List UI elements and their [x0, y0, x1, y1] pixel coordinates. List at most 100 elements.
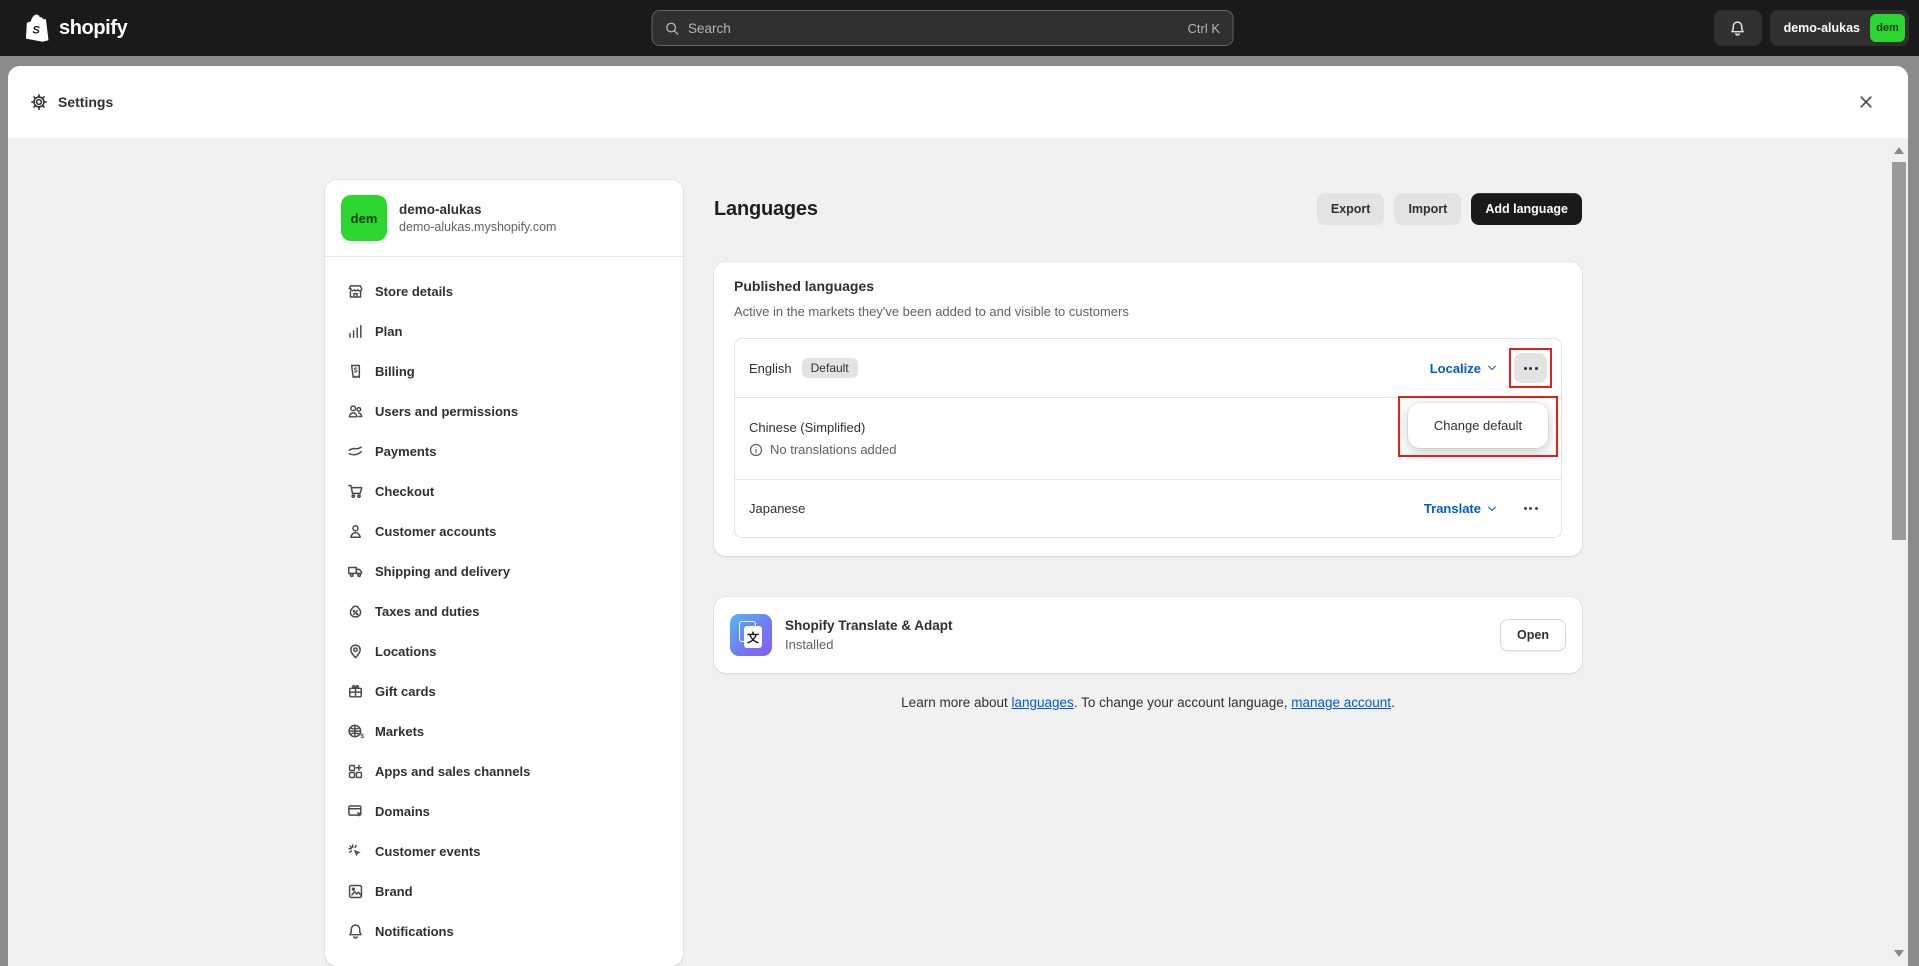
apps-icon [347, 763, 364, 780]
sidebar-item-payments[interactable]: Payments [337, 431, 671, 471]
svg-text:S: S [32, 24, 40, 36]
localize-dropdown[interactable]: Localize [1430, 361, 1498, 376]
dots-partial-icon [347, 963, 364, 966]
ellipsis-icon [1523, 507, 1538, 510]
shopify-logo[interactable]: S shopify [26, 13, 128, 43]
sidebar-item-label: Plan [375, 323, 403, 339]
sidebar-item-shipping-and-delivery[interactable]: Shipping and delivery [337, 551, 671, 591]
published-languages-subtitle: Active in the markets they've been added… [734, 304, 1129, 319]
scrollbar-thumb[interactable] [1892, 162, 1906, 540]
payments-icon [347, 443, 364, 460]
shopify-wordmark: shopify [59, 16, 128, 39]
svg-text:$: $ [354, 367, 358, 374]
add-language-button[interactable]: Add language [1471, 193, 1582, 225]
settings-modal-body: dem demo-alukas demo-alukas.myshopify.co… [8, 138, 1908, 966]
sidebar-item-customer-events[interactable]: Customer events [337, 831, 671, 871]
scrollbar-down-arrow[interactable] [1894, 950, 1904, 957]
chevron-down-icon [1486, 362, 1498, 374]
settings-modal-header: Settings [8, 66, 1908, 138]
close-button[interactable] [1852, 88, 1880, 116]
language-name: English [749, 360, 792, 376]
shopify-bag-icon: S [26, 13, 52, 43]
languages-page: Languages Export Import Add language Pub… [714, 138, 1582, 966]
sidebar-item-label: Locations [375, 643, 437, 659]
billing-icon: $ [347, 363, 364, 380]
sidebar-item-customer-accounts[interactable]: Customer accounts [337, 511, 671, 551]
open-app-button[interactable]: Open [1500, 619, 1566, 651]
sidebar-item-checkout[interactable]: Checkout [337, 471, 671, 511]
language-row-japanese: Japanese Translate [735, 479, 1561, 537]
sidebar-item-domains[interactable]: Domains [337, 791, 671, 831]
sidebar-item-label: Domains [375, 803, 430, 819]
cursor-click-icon [347, 843, 364, 860]
global-search-input[interactable]: Search Ctrl K [651, 10, 1234, 46]
languages-link[interactable]: languages [1012, 695, 1074, 710]
no-translations-note: No translations added [770, 442, 897, 457]
sidebar-item-label: Brand [375, 883, 413, 899]
search-shortcut: Ctrl K [1187, 20, 1221, 36]
language-name: Chinese (Simplified) [749, 420, 866, 435]
sidebar-item-label: Shipping and delivery [375, 563, 511, 579]
sidebar-item-users-and-permissions[interactable]: Users and permissions [337, 391, 671, 431]
sidebar-item-label: Store details [375, 283, 454, 299]
language-row-english: English Default Localize [735, 339, 1561, 397]
sidebar-item-label: Markets [375, 723, 425, 739]
translate-adapt-card: 文 Shopify Translate & Adapt Installed Op… [714, 597, 1582, 673]
sidebar-item-notifications[interactable]: Notifications [337, 911, 671, 951]
translate-dropdown[interactable]: Translate [1424, 501, 1498, 516]
export-button[interactable]: Export [1316, 193, 1385, 225]
pin-icon [347, 643, 364, 660]
sidebar-item-gift-cards[interactable]: Gift cards [337, 671, 671, 711]
settings-title: Settings [58, 94, 114, 110]
default-badge: Default [801, 358, 858, 378]
sidebar-item-plan[interactable]: Plan [337, 311, 671, 351]
taxes-icon [347, 603, 364, 620]
account-name: demo-alukas [1783, 21, 1860, 35]
notifications-button[interactable] [1713, 10, 1762, 46]
app-status: Installed [785, 637, 834, 652]
localize-label: Localize [1429, 360, 1481, 376]
topbar: S shopify Search Ctrl K demo-alukas dem [0, 0, 1919, 56]
japanese-overflow-menu-button[interactable] [1514, 494, 1547, 524]
image-icon [347, 883, 364, 900]
scrollbar-up-arrow[interactable] [1894, 147, 1904, 154]
change-default-menu-item[interactable]: Change default [1408, 403, 1548, 448]
search-placeholder: Search [688, 20, 731, 36]
settings-modal: Settings dem demo-alukas demo-alukas.mys… [8, 66, 1908, 966]
sidebar-item-partial-item[interactable] [337, 951, 671, 966]
store-domain: demo-alukas.myshopify.com [399, 220, 557, 234]
sidebar-menu: Store details Plan $ Billing Users and permi… [325, 257, 683, 966]
sidebar-item-label: Customer events [375, 843, 481, 859]
manage-account-link[interactable]: manage account [1291, 695, 1391, 710]
account-menu-button[interactable]: demo-alukas dem [1769, 10, 1909, 46]
app-title: Shopify Translate & Adapt [785, 618, 953, 633]
published-languages-card: Published languages Active in the market… [714, 262, 1582, 556]
sidebar-item-markets[interactable]: $ Markets [337, 711, 671, 751]
sidebar-item-billing[interactable]: $ Billing [337, 351, 671, 391]
sidebar-item-locations[interactable]: Locations [337, 631, 671, 671]
page-title: Languages [714, 197, 818, 220]
scrollbar [1891, 138, 1908, 966]
sidebar-item-label: Customer accounts [375, 523, 497, 539]
person-icon [347, 523, 364, 540]
gear-icon [30, 93, 48, 111]
english-overflow-menu-button[interactable] [1514, 353, 1547, 383]
sidebar-item-taxes-and-duties[interactable]: Taxes and duties [337, 591, 671, 631]
sidebar-item-apps-and-sales-channels[interactable]: Apps and sales channels [337, 751, 671, 791]
import-button[interactable]: Import [1394, 193, 1462, 225]
sidebar-item-store-details[interactable]: Store details [337, 271, 671, 311]
store-header[interactable]: dem demo-alukas demo-alukas.myshopify.co… [325, 180, 683, 257]
domains-icon [347, 803, 364, 820]
sidebar-item-label: Gift cards [375, 683, 436, 699]
ellipsis-icon [1523, 366, 1538, 370]
truck-icon [347, 563, 364, 580]
store-icon [347, 283, 364, 300]
store-avatar: dem [341, 195, 387, 241]
sidebar-item-label: Taxes and duties [375, 603, 480, 619]
bell-icon [1729, 20, 1746, 37]
sidebar-item-brand[interactable]: Brand [337, 871, 671, 911]
sidebar-item-label: Users and permissions [375, 403, 519, 419]
sidebar-item-label: Notifications [375, 923, 454, 939]
translate-adapt-app-icon: 文 [730, 614, 772, 656]
account-avatar: dem [1870, 14, 1905, 42]
